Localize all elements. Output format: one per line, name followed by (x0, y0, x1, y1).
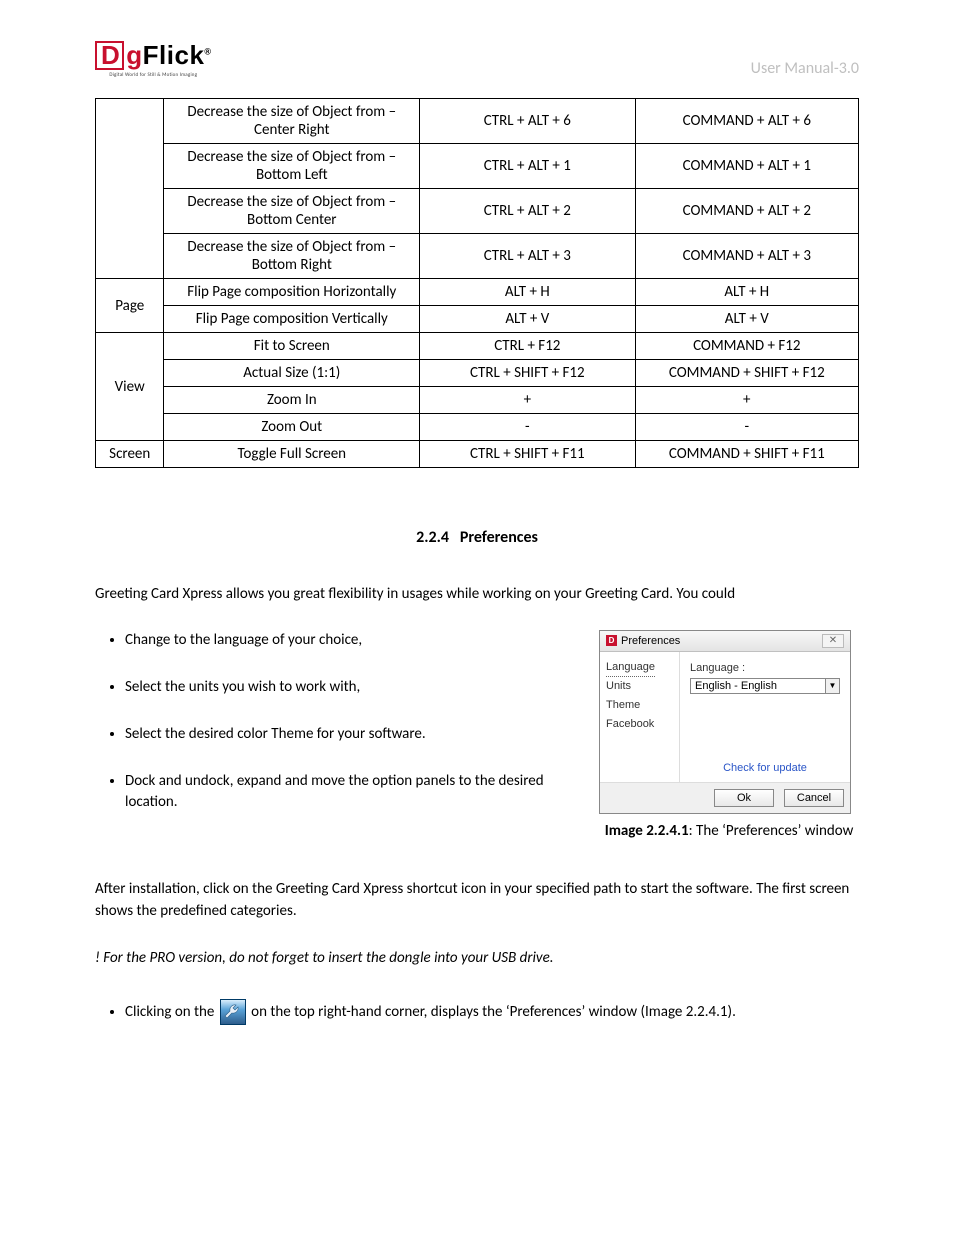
desc-cell: Zoom In (164, 387, 420, 414)
logo-text: DgFlick® (95, 40, 212, 71)
logo-tagline: Digital World for Still & Motion Imaging (109, 72, 197, 78)
pro-note: ! For the PRO version, do not forget to … (95, 947, 859, 970)
nav-item-language[interactable]: Language (606, 658, 673, 678)
table-row: Decrease the size of Object from – Botto… (96, 144, 859, 189)
win-cell: ALT + V (420, 306, 635, 333)
figure-column: D Preferences ✕ Language Units Theme Fac… (599, 630, 859, 840)
click-after: on the top right-hand corner, displays t… (248, 1003, 736, 1021)
category-cell: Page (96, 279, 164, 333)
table-row: Screen Toggle Full Screen CTRL + SHIFT +… (96, 441, 859, 468)
nav-item-units[interactable]: Units (606, 677, 673, 696)
table-row: Decrease the size of Object from – Botto… (96, 189, 859, 234)
table-row: View Fit to Screen CTRL + F12 COMMAND + … (96, 333, 859, 360)
desc-cell: Toggle Full Screen (164, 441, 420, 468)
desc-cell: Decrease the size of Object from – Cente… (164, 99, 420, 144)
mac-cell: COMMAND + F12 (635, 333, 858, 360)
desc-cell: Flip Page composition Horizontally (164, 279, 420, 306)
table-row: Page Flip Page composition Horizontally … (96, 279, 859, 306)
mac-cell: COMMAND + SHIFT + F11 (635, 441, 858, 468)
win-cell: CTRL + ALT + 3 (420, 234, 635, 279)
mac-cell: ALT + H (635, 279, 858, 306)
after-text: After installation, click on the Greetin… (95, 878, 859, 923)
desc-cell: Flip Page composition Vertically (164, 306, 420, 333)
shortcuts-table: Decrease the size of Object from – Cente… (95, 98, 859, 468)
mac-cell: ALT + V (635, 306, 858, 333)
dialog-title: Preferences (621, 635, 680, 647)
close-icon[interactable]: ✕ (822, 634, 844, 648)
logo-word-flick: Flick (143, 40, 205, 70)
check-update-link[interactable]: Check for update (690, 762, 840, 774)
nav-item-facebook[interactable]: Facebook (606, 715, 673, 734)
table-row: Decrease the size of Object from – Cente… (96, 99, 859, 144)
win-cell: CTRL + ALT + 6 (420, 99, 635, 144)
win-cell: CTRL + ALT + 2 (420, 189, 635, 234)
table-row: Flip Page composition Vertically ALT + V… (96, 306, 859, 333)
logo-letter-d: D (95, 41, 124, 70)
language-label: Language : (690, 662, 840, 674)
desc-cell: Decrease the size of Object from – Botto… (164, 144, 420, 189)
click-before: Clicking on the (125, 1003, 218, 1021)
win-cell: CTRL + ALT + 1 (420, 144, 635, 189)
desc-cell: Fit to Screen (164, 333, 420, 360)
mac-cell: COMMAND + ALT + 6 (635, 99, 858, 144)
dialog-main: Language : English - English ▼ Check for… (680, 652, 850, 782)
win-cell: ALT + H (420, 279, 635, 306)
mac-cell: COMMAND + ALT + 1 (635, 144, 858, 189)
table-row: Zoom Out - - (96, 414, 859, 441)
desc-cell: Actual Size (1:1) (164, 360, 420, 387)
click-instruction: Clicking on the on the top right-hand co… (125, 999, 859, 1026)
header-manual-label: User Manual-3.0 (751, 59, 859, 78)
table-row: Zoom In + + (96, 387, 859, 414)
app-icon: D (606, 635, 617, 646)
dialog-footer: Ok Cancel (600, 782, 850, 813)
chevron-down-icon[interactable]: ▼ (826, 678, 840, 694)
caption-rest: : The ‘Preferences’ window (689, 822, 854, 840)
cancel-button[interactable]: Cancel (784, 789, 844, 807)
preferences-dialog: D Preferences ✕ Language Units Theme Fac… (599, 630, 851, 814)
desc-cell: Decrease the size of Object from – Botto… (164, 189, 420, 234)
win-cell: - (420, 414, 635, 441)
nav-item-theme[interactable]: Theme (606, 696, 673, 715)
win-cell: CTRL + F12 (420, 333, 635, 360)
logo-letter-g: g (126, 40, 142, 70)
category-cell: Screen (96, 441, 164, 468)
win-cell: + (420, 387, 635, 414)
category-cell: View (96, 333, 164, 441)
bullet-item: Change to the language of your choice, (125, 630, 569, 651)
intro-text: Greeting Card Xpress allows you great fl… (95, 583, 859, 606)
ok-button[interactable]: Ok (714, 789, 774, 807)
caption-bold: Image 2.2.4.1 (605, 822, 689, 840)
bullet-item: Select the desired color Theme for your … (125, 724, 569, 745)
section-heading: 2.2.4 Preferences (95, 528, 859, 547)
mac-cell: COMMAND + ALT + 2 (635, 189, 858, 234)
bullet-item: Select the units you wish to work with, (125, 677, 569, 698)
win-cell: CTRL + SHIFT + F12 (420, 360, 635, 387)
logo-registered: ® (204, 46, 211, 56)
mac-cell: + (635, 387, 858, 414)
select-value: English - English (690, 678, 826, 694)
desc-cell: Zoom Out (164, 414, 420, 441)
dialog-titlebar: D Preferences ✕ (600, 631, 850, 652)
mac-cell: COMMAND + SHIFT + F12 (635, 360, 858, 387)
section-number: 2.2.4 (416, 528, 449, 547)
mac-cell: COMMAND + ALT + 3 (635, 234, 858, 279)
section-title: Preferences (460, 528, 538, 547)
wrench-icon (220, 999, 246, 1025)
table-row: Actual Size (1:1) CTRL + SHIFT + F12 COM… (96, 360, 859, 387)
table-row: Decrease the size of Object from – Botto… (96, 234, 859, 279)
desc-cell: Decrease the size of Object from – Botto… (164, 234, 420, 279)
figure-caption: Image 2.2.4.1: The ‘Preferences’ window (599, 822, 859, 840)
logo: DgFlick® Digital World for Still & Motio… (95, 40, 212, 78)
language-select[interactable]: English - English ▼ (690, 678, 840, 694)
category-cell (96, 99, 164, 279)
bullets-column: Change to the language of your choice, S… (95, 630, 569, 839)
dialog-nav: Language Units Theme Facebook (600, 652, 680, 782)
page-header: DgFlick® Digital World for Still & Motio… (95, 40, 859, 78)
win-cell: CTRL + SHIFT + F11 (420, 441, 635, 468)
bullet-item: Dock and undock, expand and move the opt… (125, 771, 569, 813)
mac-cell: - (635, 414, 858, 441)
